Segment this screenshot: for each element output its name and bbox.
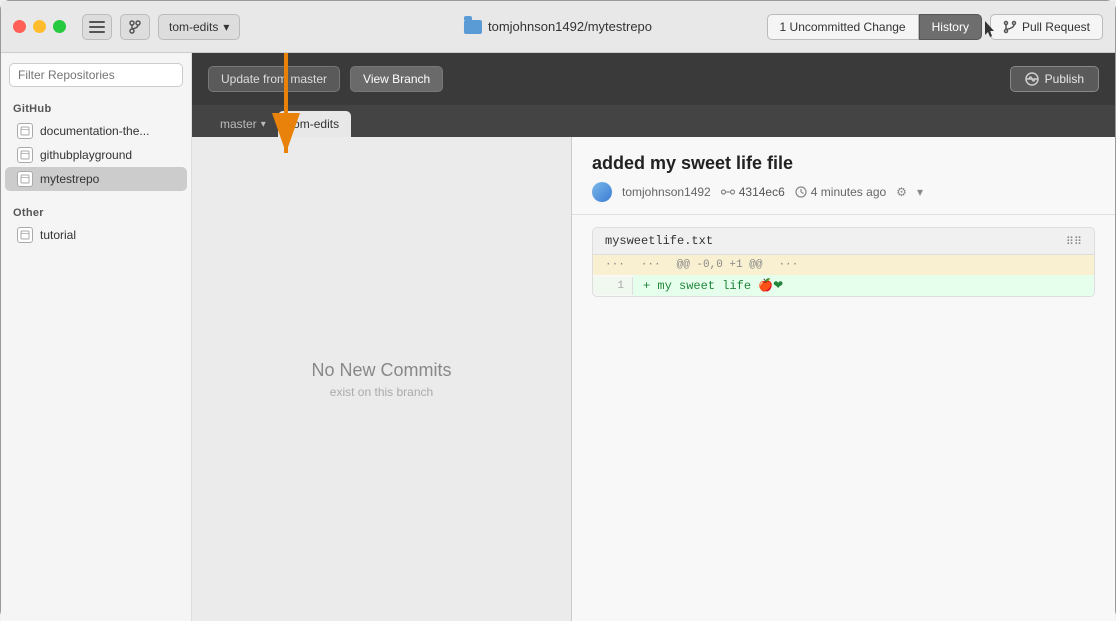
diff-hunk-info: @@ -0,0 +1 @@ (677, 259, 763, 271)
chevron-down-icon: ▾ (223, 20, 229, 34)
branch-tabs: master ▾ tom-edits (192, 105, 1115, 137)
repo-icon (17, 227, 33, 243)
chevron-down-icon[interactable]: ▾ (917, 185, 923, 199)
branch-selector[interactable]: tom-edits ▾ (158, 14, 240, 40)
sidebar-item-mytestrepo[interactable]: mytestrepo (5, 167, 187, 191)
content-area: Update from master View Branch Publish (192, 53, 1115, 621)
file-diff-header: mysweetlife.txt ⠿⠿ (593, 228, 1094, 255)
commit-title: added my sweet life file (592, 153, 1095, 174)
master-branch-tab[interactable]: master ▾ (208, 111, 278, 137)
sidebar-item-documentation[interactable]: documentation-the... (5, 119, 187, 143)
window-title: tomjohnson1492/mytestrepo (488, 19, 652, 34)
commit-meta: tomjohnson1492 4314ec6 (592, 182, 1095, 202)
split-content: No New Commits exist on this branch adde… (192, 137, 1115, 621)
gear-icon[interactable]: ⚙ (896, 185, 907, 199)
no-commits-title: No New Commits (311, 360, 451, 381)
chevron-down-icon: ▾ (261, 119, 266, 130)
pull-request-label: Pull Request (1022, 20, 1090, 34)
pull-request-button[interactable]: Pull Request (990, 14, 1103, 40)
publish-button[interactable]: Publish (1010, 66, 1099, 92)
diff-dot-2: ··· (641, 259, 661, 271)
branch-name: tom-edits (169, 20, 218, 34)
titlebar-center: tomjohnson1492/mytestrepo (464, 19, 652, 34)
other-section-header: Other (1, 201, 191, 223)
repo-name-tutorial: tutorial (40, 228, 76, 242)
diff-line-number: 1 (593, 277, 633, 295)
avatar (592, 182, 612, 202)
repo-name-documentation: documentation-the... (40, 124, 149, 138)
commit-header: added my sweet life file tomjohnson1492 … (572, 137, 1115, 215)
folder-icon (464, 20, 482, 34)
left-pane: No New Commits exist on this branch (192, 137, 572, 621)
commit-time: 4 minutes ago (795, 185, 886, 199)
repo-name-mytestrepo: mytestrepo (40, 172, 99, 186)
uncommitted-history-group: 1 Uncommitted Change History (767, 14, 982, 40)
minimize-button[interactable] (33, 20, 46, 33)
repo-icon (17, 123, 33, 139)
update-from-master-button[interactable]: Update from master (208, 66, 340, 92)
titlebar-left-buttons: tom-edits ▾ (82, 14, 240, 40)
diff-hunk-header: ··· ··· @@ -0,0 +1 @@ ··· (593, 255, 1094, 275)
commit-author: tomjohnson1492 (622, 185, 711, 199)
diff-dot-3: ··· (778, 259, 798, 271)
sidebar-item-githubplayground[interactable]: githubplayground (5, 143, 187, 167)
maximize-button[interactable] (53, 20, 66, 33)
toolbar: Update from master View Branch Publish (192, 53, 1115, 105)
titlebar: tom-edits ▾ tomjohnson1492/mytestrepo 1 … (1, 1, 1115, 53)
diff-expand-icon[interactable]: ⠿⠿ (1066, 235, 1082, 248)
repo-name-githubplayground: githubplayground (40, 148, 132, 162)
diff-added-content: + my sweet life 🍎❤ (643, 279, 783, 293)
file-name: mysweetlife.txt (605, 234, 713, 248)
filter-repositories-input[interactable] (9, 63, 183, 87)
commit-sha: 4314ec6 (721, 185, 785, 199)
titlebar-right: 1 Uncommitted Change History Pull Reques… (767, 14, 1103, 40)
sidebar-toggle-button[interactable] (82, 14, 112, 40)
tom-edits-branch-tab[interactable]: tom-edits (278, 111, 351, 137)
branch-icon-button[interactable] (120, 14, 150, 40)
file-diff: mysweetlife.txt ⠿⠿ ··· ··· @@ -0,0 +1 @@… (592, 227, 1095, 297)
uncommitted-button[interactable]: 1 Uncommitted Change (767, 14, 919, 40)
diff-line-content: + my sweet life 🍎❤ (633, 275, 1094, 296)
main-layout: GitHub documentation-the... githubplaygr… (1, 53, 1115, 621)
cursor (985, 21, 995, 35)
right-pane: added my sweet life file tomjohnson1492 … (572, 137, 1115, 621)
sidebar: GitHub documentation-the... githubplaygr… (1, 53, 192, 621)
diff-line-1: 1 + my sweet life 🍎❤ (593, 275, 1094, 296)
toolbar-right: Publish (1010, 66, 1099, 92)
window-controls (13, 20, 66, 33)
history-button[interactable]: History (919, 14, 982, 40)
no-commits-subtitle: exist on this branch (330, 385, 433, 399)
publish-label: Publish (1045, 72, 1084, 86)
close-button[interactable] (13, 20, 26, 33)
sidebar-item-tutorial[interactable]: tutorial (5, 223, 187, 247)
repo-icon (17, 147, 33, 163)
view-branch-button[interactable]: View Branch (350, 66, 443, 92)
repo-icon (17, 171, 33, 187)
diff-dot-1: ··· (605, 259, 625, 271)
github-section-header: GitHub (1, 97, 191, 119)
